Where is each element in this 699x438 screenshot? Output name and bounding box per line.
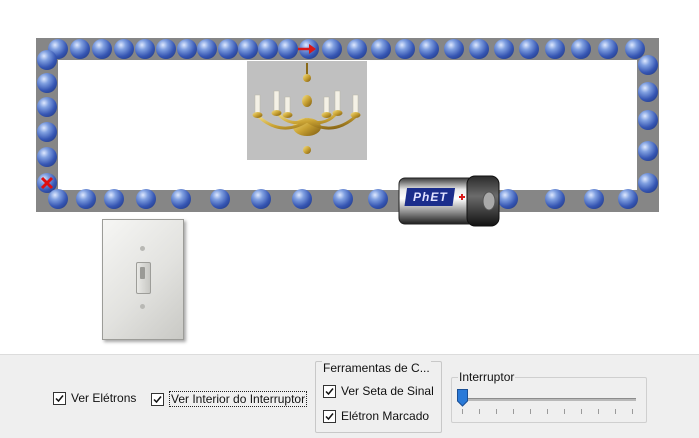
electron [638,110,658,130]
battery-brand-label: PhET [413,190,448,204]
slider-tick [598,409,599,414]
light-switch[interactable] [102,219,184,340]
slider-tick [462,409,463,414]
electron [70,39,90,59]
electron [238,39,258,59]
electron [258,39,278,59]
slider-tick [564,409,565,414]
electron [136,189,156,209]
electron [638,82,658,102]
electron [218,39,238,59]
checkbox-box[interactable] [323,384,336,398]
electron [37,147,57,167]
electron [444,39,464,59]
show-electrons-checkbox[interactable]: Ver Elétrons [53,391,136,405]
electron [76,189,96,209]
electron [37,97,57,117]
chandelier-lamp [247,61,367,160]
electron [37,122,57,142]
electron [618,189,638,209]
electron [48,189,68,209]
slider-tick [632,409,633,414]
electron [571,39,591,59]
electron [638,141,658,161]
electron [104,189,124,209]
slider-tick [547,409,548,414]
checkbox-box[interactable] [151,392,164,406]
signal-arrow-icon [298,44,316,54]
control-panel: Ver Elétrons Ver Interior do Interruptor… [0,354,699,438]
electron [322,39,342,59]
electron [92,39,112,59]
electron [638,55,658,75]
electron [584,189,604,209]
show-signal-arrow-label: Ver Seta de Sinal [341,384,434,398]
slider-tick [496,409,497,414]
slider-tick [615,409,616,414]
show-switch-interior-checkbox[interactable]: Ver Interior do Interruptor [151,391,308,407]
checkbox-box[interactable] [53,391,66,405]
check-icon [325,387,334,395]
electron [278,39,298,59]
electron [419,39,439,59]
tools-group: Ferramentas de C... Ver Seta de Sinal El… [315,361,442,433]
electron [469,39,489,59]
electron [156,39,176,59]
show-signal-arrow-checkbox[interactable]: Ver Seta de Sinal [323,384,434,398]
electron [545,189,565,209]
check-icon [325,412,334,420]
chandelier-icon [252,63,361,154]
electron [177,39,197,59]
switch-slider-group: Interruptor [451,370,647,423]
electron [37,50,57,70]
electron [347,39,367,59]
electron [333,189,353,209]
switch-slider-track[interactable] [460,398,636,401]
slider-tick [581,409,582,414]
show-switch-interior-label: Ver Interior do Interruptor [169,391,308,407]
electron [135,39,155,59]
marked-electron-label: Elétron Marcado [341,409,430,423]
check-icon [55,394,64,402]
electron [638,173,658,193]
electron [494,39,514,59]
electron [498,189,518,209]
electron [251,189,271,209]
electron [171,189,191,209]
electron [37,73,57,93]
show-electrons-label: Ver Elétrons [71,391,137,405]
switch-slider-title: Interruptor [458,370,516,384]
slider-tick [479,409,480,414]
electron [114,39,134,59]
electron [371,39,391,59]
electron [368,189,388,209]
slider-tick [530,409,531,414]
switch-screw-top [140,246,145,251]
battery: PhET [397,174,501,228]
switch-screw-bottom [140,304,145,309]
electron [197,39,217,59]
slider-tick [513,409,514,414]
circuit-simulation-canvas: PhET [0,0,699,354]
tools-group-title: Ferramentas de C... [322,361,431,375]
electron [292,189,312,209]
marked-electron-checkbox[interactable]: Elétron Marcado [323,409,429,423]
checkbox-box[interactable] [323,409,336,423]
electron [519,39,539,59]
electron [210,189,230,209]
check-icon [153,395,162,403]
electron [395,39,415,59]
switch-slider-thumb[interactable] [457,389,468,407]
electron [598,39,618,59]
switch-toggle[interactable] [136,262,151,294]
electron [545,39,565,59]
